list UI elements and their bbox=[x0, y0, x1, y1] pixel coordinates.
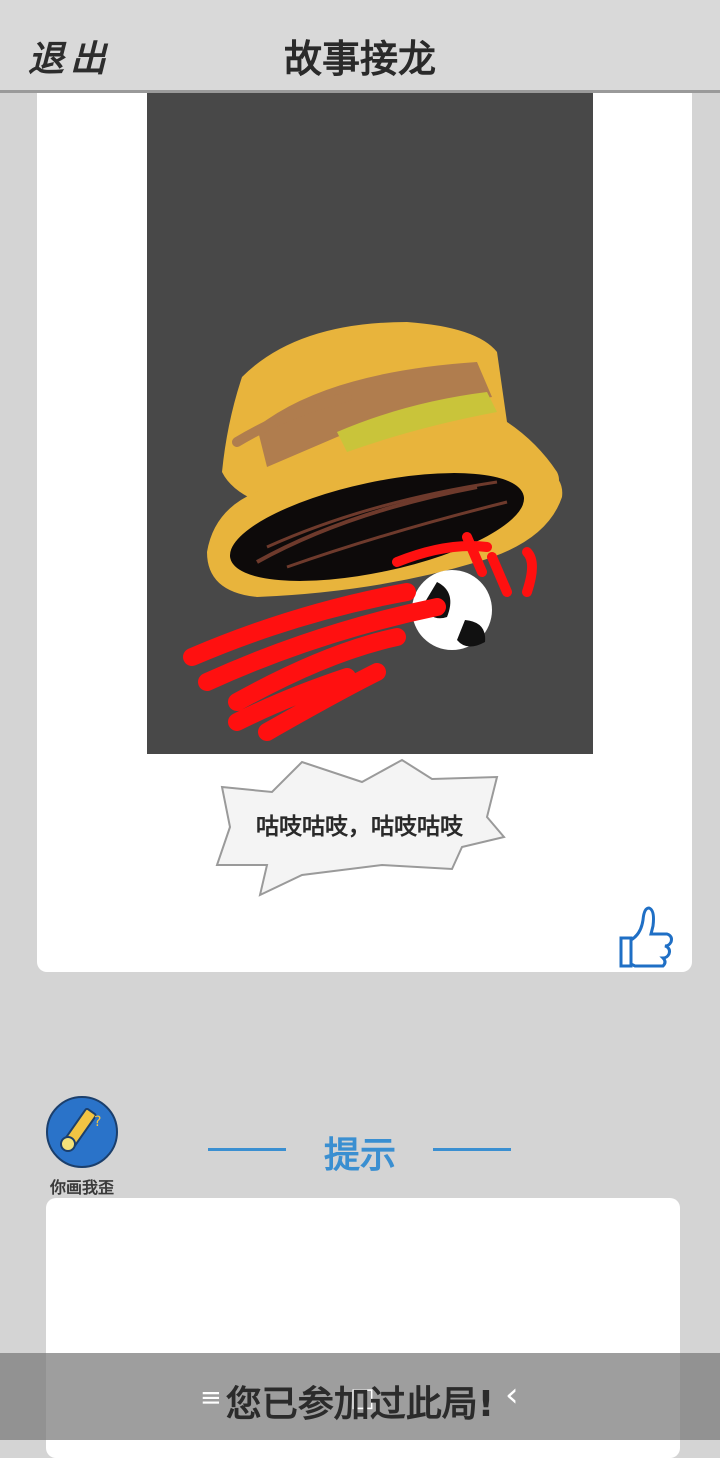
hint-divider-left bbox=[208, 1148, 286, 1151]
participation-status: 您已参加过此局! bbox=[225, 1384, 495, 1425]
speech-bubble: 咕吱咕吱，咕吱咕吱 bbox=[212, 757, 507, 897]
app-name: 你画我歪 bbox=[49, 1178, 114, 1197]
like-button[interactable] bbox=[615, 904, 675, 970]
drawing-canvas bbox=[147, 92, 593, 754]
page-title: 故事接龙 bbox=[283, 37, 436, 81]
hint-divider-right bbox=[433, 1148, 511, 1151]
status-overlay: ≡ □ ‹ 您已参加过此局! bbox=[0, 1353, 720, 1440]
top-bar: 退出 故事接龙 bbox=[0, 0, 720, 93]
hint-header: 提示 bbox=[0, 1124, 720, 1176]
drawing-image bbox=[183, 322, 563, 741]
thumbs-up-icon bbox=[619, 906, 673, 968]
story-caption: 咕吱咕吱，咕吱咕吱 bbox=[256, 814, 463, 840]
hint-title: 提示 bbox=[323, 1135, 396, 1176]
story-card: 咕吱咕吱，咕吱咕吱 bbox=[37, 92, 692, 972]
